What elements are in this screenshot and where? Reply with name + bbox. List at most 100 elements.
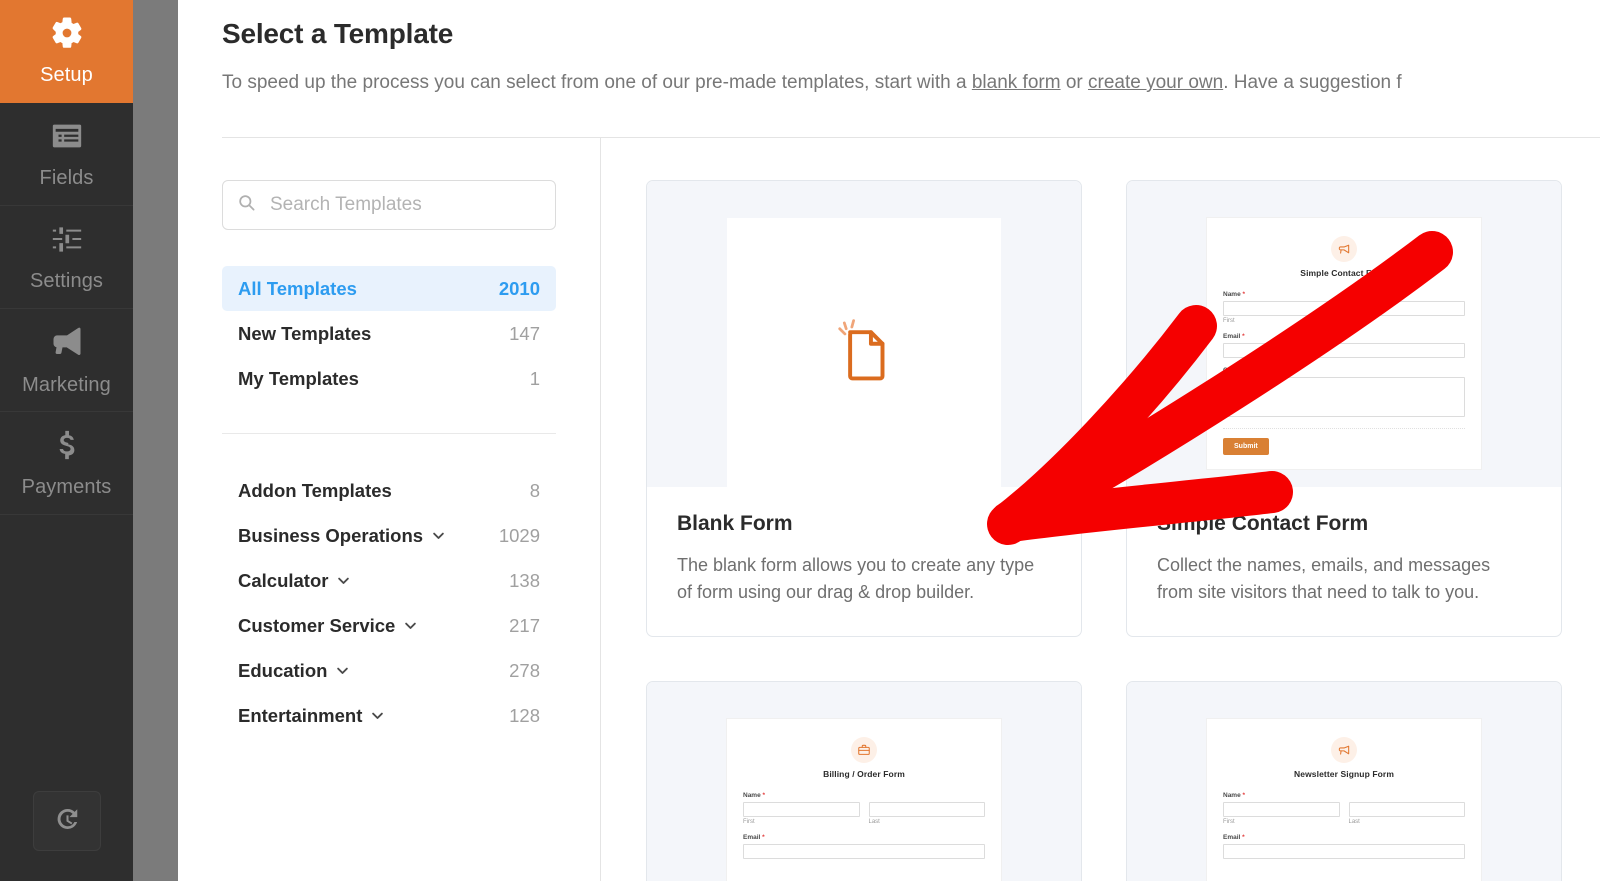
- template-card-body: Simple Contact Form Collect the names, e…: [1127, 487, 1561, 636]
- preview-field-label: Comment or Message: [1223, 367, 1291, 374]
- sidebar-item-label: Payments: [21, 475, 112, 498]
- preview-input: [1223, 343, 1465, 358]
- template-card-description: The blank form allows you to create any …: [677, 555, 1035, 602]
- category-item-entertainment[interactable]: Entertainment 128: [222, 693, 556, 738]
- sidebar-item-marketing[interactable]: Marketing: [0, 309, 133, 412]
- category-count: 2010: [498, 277, 540, 299]
- category-label-text: Calculator: [238, 569, 329, 591]
- category-item-business-operations[interactable]: Business Operations 1029: [222, 513, 556, 558]
- category-count: 128: [509, 704, 540, 726]
- sidebar-item-settings[interactable]: Settings: [0, 206, 133, 309]
- category-count: 147: [509, 322, 540, 344]
- chevron-down-icon[interactable]: [336, 573, 351, 588]
- page-scrollbar-thumb[interactable]: [133, 0, 178, 881]
- preview-field-message: Comment or Message *: [1223, 367, 1465, 417]
- preview-field-label: Email: [1223, 834, 1241, 841]
- sidebar-item-label: Setup: [40, 63, 93, 86]
- preview-field-label: Name: [1223, 792, 1241, 799]
- revision-history-icon: [52, 804, 82, 839]
- category-item-education[interactable]: Education 278: [222, 648, 556, 693]
- page-subtitle-text-3: . Have a suggestion f: [1223, 72, 1402, 93]
- chevron-down-icon[interactable]: [370, 708, 385, 723]
- secondary-category-list: Addon Templates 8 Business Operations 10…: [222, 468, 556, 738]
- category-label: Entertainment: [238, 705, 385, 727]
- template-card-title: Blank Form: [677, 512, 793, 535]
- category-item-addon-templates[interactable]: Addon Templates 8: [222, 468, 556, 513]
- megaphone-icon: [1331, 236, 1357, 262]
- required-marker: *: [1240, 333, 1245, 340]
- category-label-text: Addon Templates: [238, 479, 392, 501]
- category-item-calculator[interactable]: Calculator 138: [222, 558, 556, 603]
- revision-history-button[interactable]: [32, 791, 101, 851]
- sidebar-item-fields[interactable]: Fields: [0, 103, 133, 206]
- category-label: All Templates: [238, 277, 357, 299]
- gear-icon: [50, 16, 84, 55]
- template-thumbnail: Billing / Order Form Name * First Last E…: [647, 682, 1081, 881]
- preview-input: [743, 844, 985, 859]
- template-card-title: Simple Contact Form: [1157, 512, 1369, 535]
- category-divider: [222, 433, 556, 434]
- template-card-newsletter-signup-form[interactable]: Newsletter Signup Form Name * First Last: [1126, 681, 1562, 881]
- preview-sublabel-last: Last: [1348, 318, 1360, 324]
- required-marker: *: [1240, 834, 1245, 841]
- template-selection-panel: Select a Template To speed up the proces…: [178, 0, 1600, 881]
- preview-input: [1348, 802, 1465, 817]
- preview-sublabel-first: First: [1223, 318, 1235, 324]
- template-thumbnail: [647, 181, 1081, 487]
- category-item-new-templates[interactable]: New Templates 147: [222, 311, 556, 356]
- template-thumbnail: Newsletter Signup Form Name * First Last: [1127, 682, 1561, 881]
- preview-field-email: Email *: [743, 834, 985, 859]
- category-count: 1: [529, 367, 540, 389]
- preview-textarea: [1223, 377, 1465, 417]
- category-label: Education: [238, 660, 350, 682]
- preview-field-label: Name: [1223, 291, 1241, 298]
- category-label-text: Customer Service: [238, 614, 396, 636]
- dollar-sign-icon: [50, 428, 84, 467]
- category-item-my-templates[interactable]: My Templates 1: [222, 356, 556, 401]
- category-count: 8: [529, 479, 540, 501]
- preview-sublabel-last: Last: [868, 819, 880, 825]
- page-title: Select a Template: [222, 18, 454, 49]
- briefcase-icon: [851, 737, 877, 763]
- page-subtitle-text-1: To speed up the process you can select f…: [222, 72, 972, 93]
- template-grid: Blank Form The blank form allows you to …: [646, 180, 1600, 881]
- category-sidebar: All Templates 2010 New Templates 147 My …: [178, 138, 601, 881]
- fields-list-icon: [50, 119, 84, 158]
- chevron-down-icon[interactable]: [335, 663, 350, 678]
- preview-input: [1348, 301, 1465, 316]
- category-item-customer-service[interactable]: Customer Service 217: [222, 603, 556, 648]
- preview-field-email: Email *: [1223, 834, 1465, 859]
- preview-form-title: Simple Contact Form: [1300, 268, 1388, 278]
- category-count: 217: [509, 614, 540, 636]
- required-marker: *: [1290, 367, 1295, 374]
- template-card-simple-contact-form[interactable]: Simple Contact Form Name * First Last Em…: [1126, 180, 1562, 637]
- sliders-icon: [50, 222, 84, 261]
- blank-page-sparkle-icon: [827, 316, 901, 395]
- template-card-body: Blank Form The blank form allows you to …: [647, 487, 1081, 636]
- preview-form-title: Newsletter Signup Form: [1294, 769, 1394, 779]
- sidebar-footer: [0, 761, 133, 881]
- blank-form-link[interactable]: blank form: [972, 72, 1061, 93]
- category-count: 278: [509, 659, 540, 681]
- create-your-own-link[interactable]: create your own: [1088, 72, 1223, 93]
- preview-input: [1223, 844, 1465, 859]
- search-templates-field[interactable]: [222, 180, 556, 230]
- template-form-preview: Simple Contact Form Name * First Last Em…: [1207, 218, 1481, 469]
- chevron-down-icon[interactable]: [431, 528, 446, 543]
- category-count: 138: [509, 569, 540, 591]
- page-scrollbar[interactable]: [133, 0, 178, 881]
- sidebar-item-setup[interactable]: Setup: [0, 0, 133, 103]
- template-card-billing-order-form[interactable]: Billing / Order Form Name * First Last E…: [646, 681, 1082, 881]
- template-card-blank-form[interactable]: Blank Form The blank form allows you to …: [646, 180, 1082, 637]
- search-input[interactable]: [268, 193, 543, 217]
- primary-category-list: All Templates 2010 New Templates 147 My …: [222, 266, 556, 401]
- preview-sublabel-first: First: [1223, 819, 1235, 825]
- template-grid-panel: Blank Form The blank form allows you to …: [601, 138, 1600, 881]
- sidebar-item-payments[interactable]: Payments: [0, 412, 133, 515]
- category-item-all-templates[interactable]: All Templates 2010: [222, 266, 556, 311]
- chevron-down-icon[interactable]: [403, 618, 418, 633]
- template-browser: All Templates 2010 New Templates 147 My …: [178, 138, 1600, 881]
- megaphone-icon: [49, 324, 85, 365]
- preview-sublabel-last: Last: [1348, 819, 1360, 825]
- preview-divider: [1223, 428, 1465, 429]
